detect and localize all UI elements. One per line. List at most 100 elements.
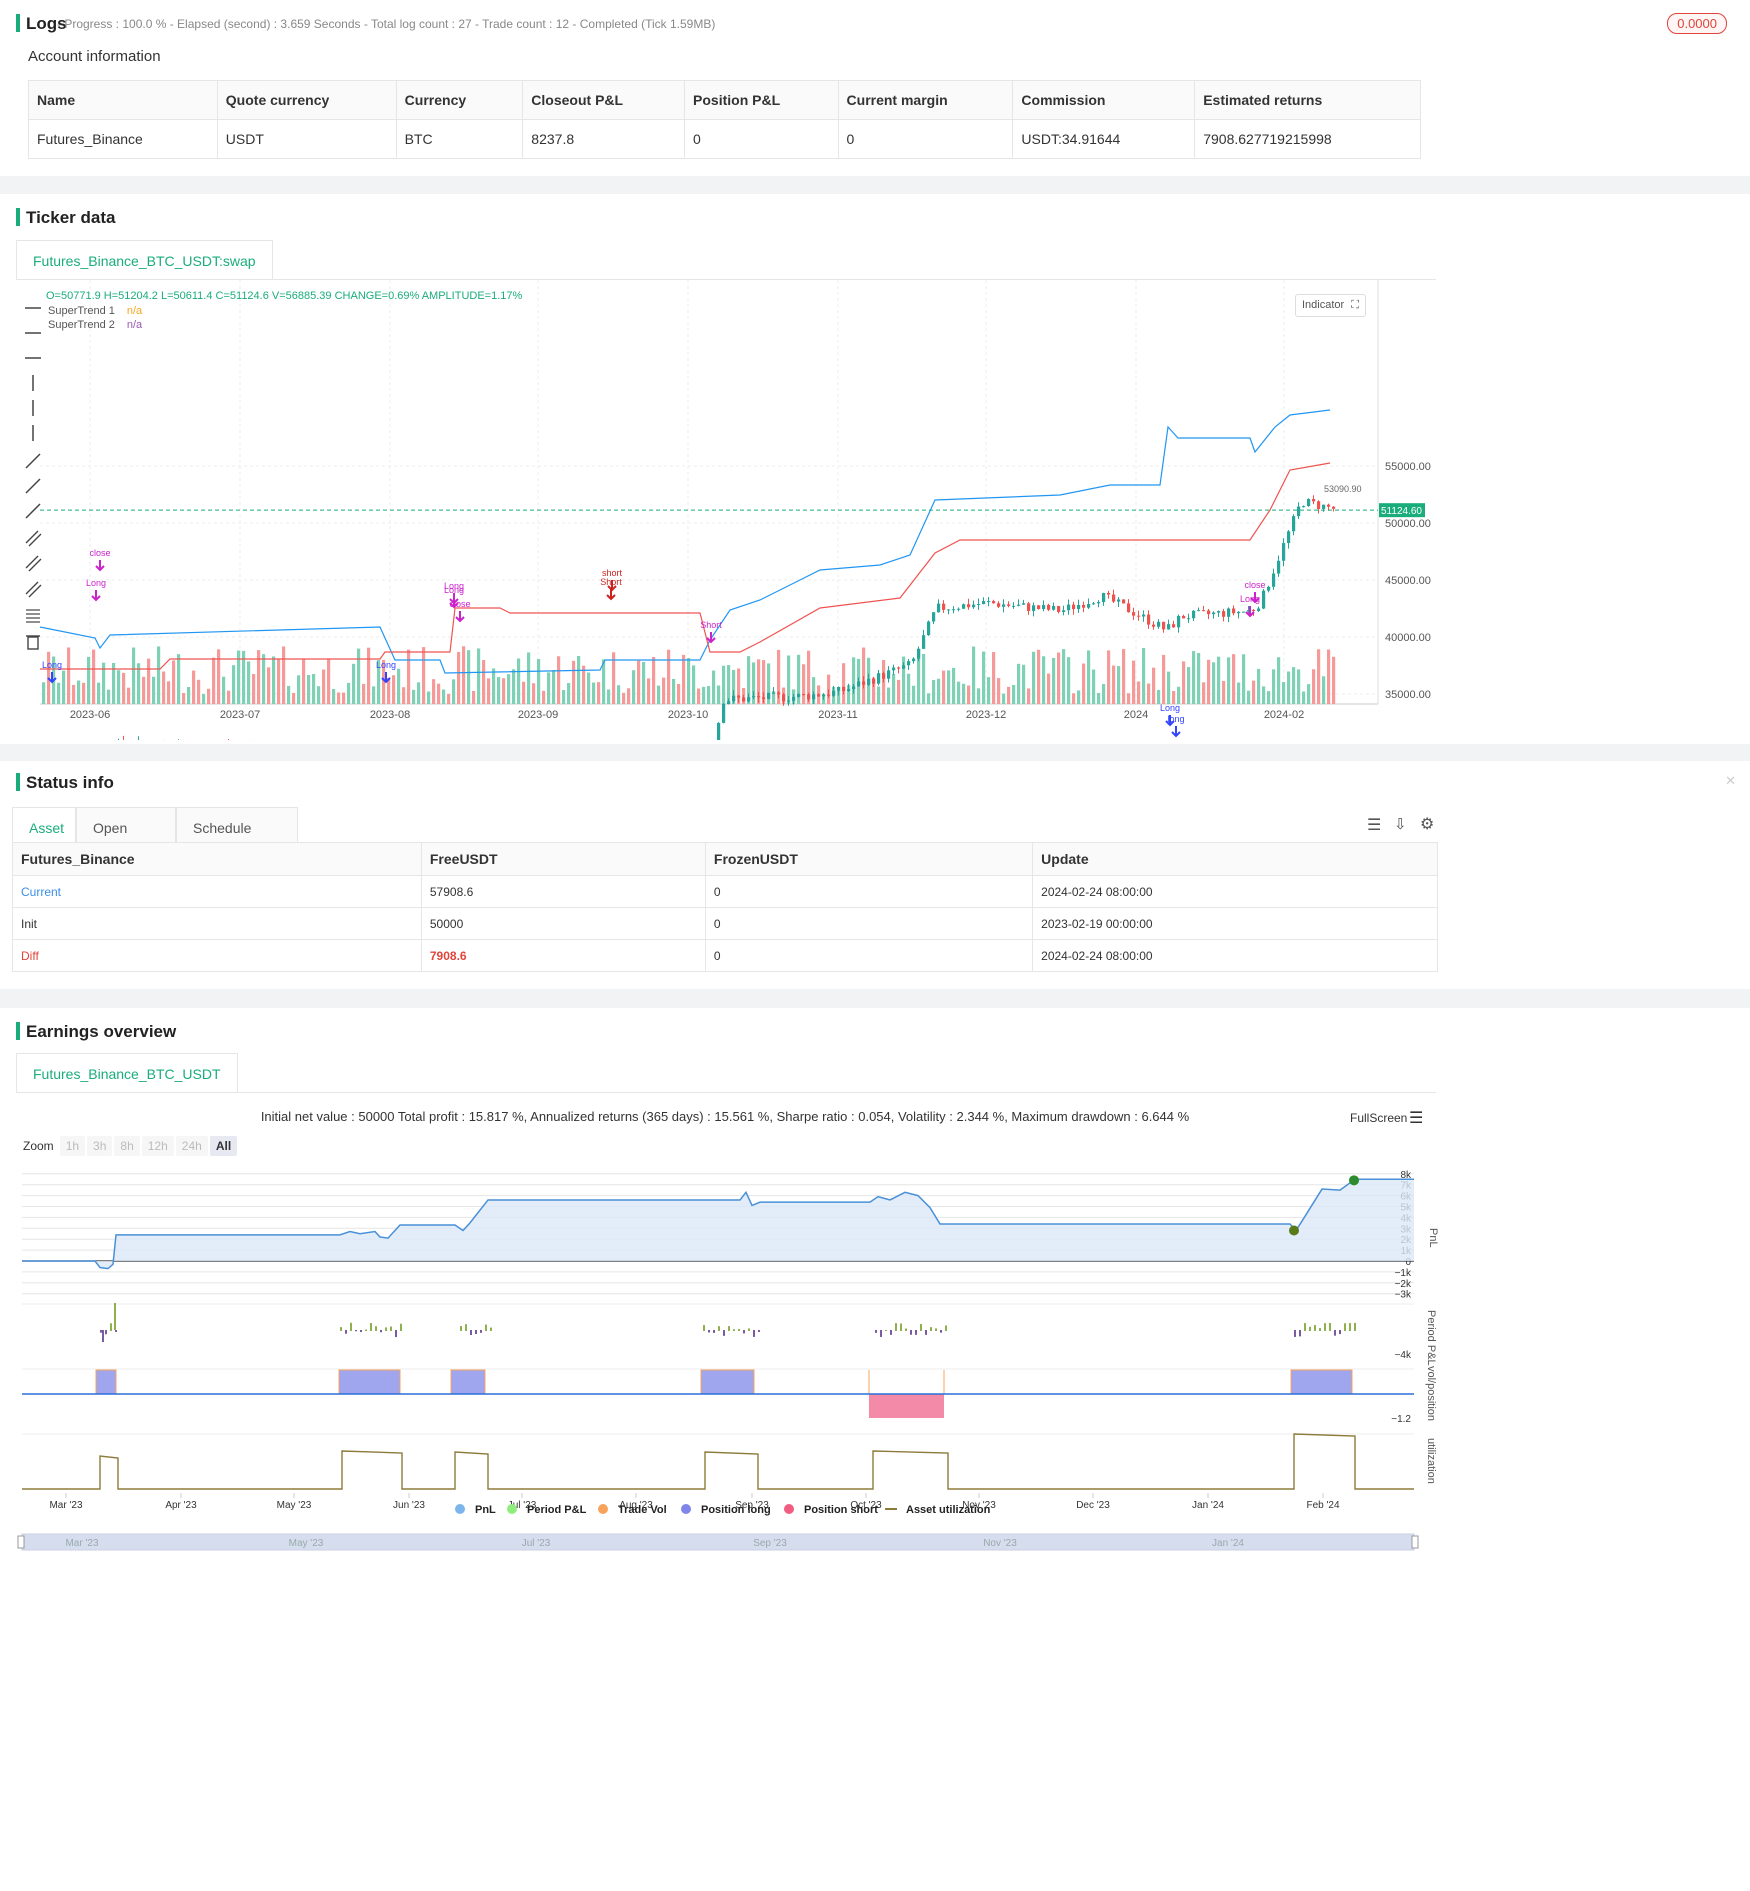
x-tick-label: Apr '23 (165, 1500, 197, 1511)
collapse-icon[interactable]: ✕ (1725, 773, 1736, 789)
volume-bar (717, 685, 721, 704)
y-tick-label: 35000.00 (1385, 689, 1431, 701)
candle-body (1202, 610, 1206, 612)
period-bar (925, 1330, 927, 1335)
period-bar (375, 1326, 377, 1331)
volume-bar (637, 660, 641, 704)
earnings-chart[interactable]: 8k7k6k5k4k3k2k1k0−1k−2k−3kPnL−4kPeriod P… (0, 1158, 1450, 1891)
volume-bar (512, 669, 516, 704)
candle-body (937, 603, 941, 613)
volume-bar (922, 654, 926, 704)
candle-body (1222, 611, 1226, 617)
volume-bar (457, 652, 461, 704)
period-bar (1294, 1330, 1296, 1337)
zoom-button-8h[interactable]: 8h (114, 1136, 140, 1156)
list-icon[interactable]: ☰ (1367, 815, 1381, 835)
tab-asset[interactable]: Asset (12, 807, 76, 847)
gear-icon[interactable]: ⚙ (1420, 814, 1434, 834)
legend-item-label[interactable]: Position short (804, 1504, 878, 1516)
signal-label: Long (42, 660, 62, 670)
legend-item-name: SuperTrend 1 (48, 305, 115, 317)
max-marker (1349, 1175, 1359, 1186)
legend-swatch (507, 1504, 517, 1514)
legend-item-label[interactable]: Asset utilization (906, 1504, 991, 1516)
volume-bar (87, 656, 91, 704)
legend-swatch (598, 1504, 608, 1514)
indicator-button[interactable]: Indicator ⛶ (1295, 294, 1366, 317)
volume-bar (1057, 652, 1061, 704)
legend-item-label[interactable]: Position long (701, 1504, 771, 1516)
zoom-button-3h[interactable]: 3h (87, 1136, 113, 1156)
volume-bar (1292, 667, 1296, 704)
volume-bar (687, 657, 691, 704)
signal-arrow (91, 590, 101, 602)
volume-bar (1222, 680, 1226, 704)
candle-body (1302, 506, 1306, 508)
zoom-button-12h[interactable]: 12h (141, 1136, 174, 1156)
menu-icon[interactable]: ☰ (1409, 1108, 1423, 1128)
volume-bar (702, 686, 706, 704)
legend-item-label[interactable]: PnL (475, 1504, 496, 1516)
zoom-button-all[interactable]: All (209, 1136, 238, 1156)
volume-bar (932, 679, 936, 704)
volume-bar (1302, 691, 1306, 704)
section-marker (16, 1022, 20, 1040)
zoom-button-24h[interactable]: 24h (175, 1136, 208, 1156)
volume-bar (507, 674, 511, 704)
volume-bar (282, 646, 286, 704)
volume-bar (992, 652, 996, 704)
asset-cell: Init (12, 907, 422, 940)
candle-body (1322, 504, 1326, 509)
period-bar (355, 1330, 357, 1332)
tab-ticker-symbol[interactable]: Futures_Binance_BTC_USDT:swap (16, 240, 273, 280)
volume-bar (1157, 689, 1161, 704)
volume-bar (622, 692, 626, 704)
volume-bar (1022, 664, 1026, 704)
volume-bar (127, 687, 131, 704)
period-bar (1309, 1326, 1311, 1331)
period-bar (360, 1330, 362, 1333)
period-bar (900, 1323, 902, 1331)
x-tick-label: Dec '23 (1076, 1500, 1110, 1511)
navigator-left-handle[interactable] (17, 1535, 25, 1549)
volume-bar (357, 648, 361, 704)
candlestick-chart[interactable]: 55000.00 50000.00 45000.00 40000.00 35000.00… (0, 280, 1450, 740)
y-tick-label: 55000.00 (1385, 461, 1431, 473)
legend-item-label[interactable]: Trade Vol (618, 1504, 667, 1516)
download-icon[interactable]: ⇩ (1394, 815, 1407, 833)
navigator-window[interactable] (22, 1534, 1414, 1550)
expand-icon[interactable]: ⛶ (1351, 299, 1359, 311)
candle-body (1097, 602, 1101, 604)
legend-item-label[interactable]: Period P&L (527, 1504, 587, 1516)
y-tick-label: 40000.00 (1385, 632, 1431, 644)
period-bar (753, 1330, 755, 1337)
tab-schedule-orders[interactable]: Schedule orders (176, 807, 298, 876)
volume-bar (1277, 657, 1281, 704)
tab-earnings-symbol[interactable]: Futures_Binance_BTC_USDT (16, 1053, 238, 1093)
candle-body (962, 604, 966, 609)
candle-body (1252, 610, 1256, 612)
period-bar (475, 1330, 477, 1335)
period-bar (100, 1330, 102, 1333)
legend-swatch (455, 1504, 465, 1514)
volume-bar (852, 657, 856, 704)
navigator-right-handle[interactable] (1411, 1535, 1419, 1549)
candle-body (802, 694, 806, 696)
candle-body (792, 696, 796, 701)
volume-bar (362, 683, 366, 704)
volume-bar (1327, 649, 1331, 704)
volume-bar (367, 647, 371, 704)
fullscreen-button[interactable]: FullScreen (1350, 1111, 1407, 1125)
volume-bar (427, 691, 431, 704)
candle-body (717, 722, 721, 740)
account-header-cell: Estimated returns (1194, 80, 1421, 120)
volume-bar (1007, 686, 1011, 704)
zoom-button-1h[interactable]: 1h (59, 1136, 86, 1156)
volume-bar (257, 650, 261, 704)
volume-bar (1257, 668, 1261, 704)
signal-arrow (455, 611, 465, 623)
section-marker (16, 14, 20, 32)
tab-open-orders[interactable]: Open orders (76, 807, 176, 876)
candle-body (1122, 599, 1126, 604)
account-header-cell: Position P&L (684, 80, 839, 120)
